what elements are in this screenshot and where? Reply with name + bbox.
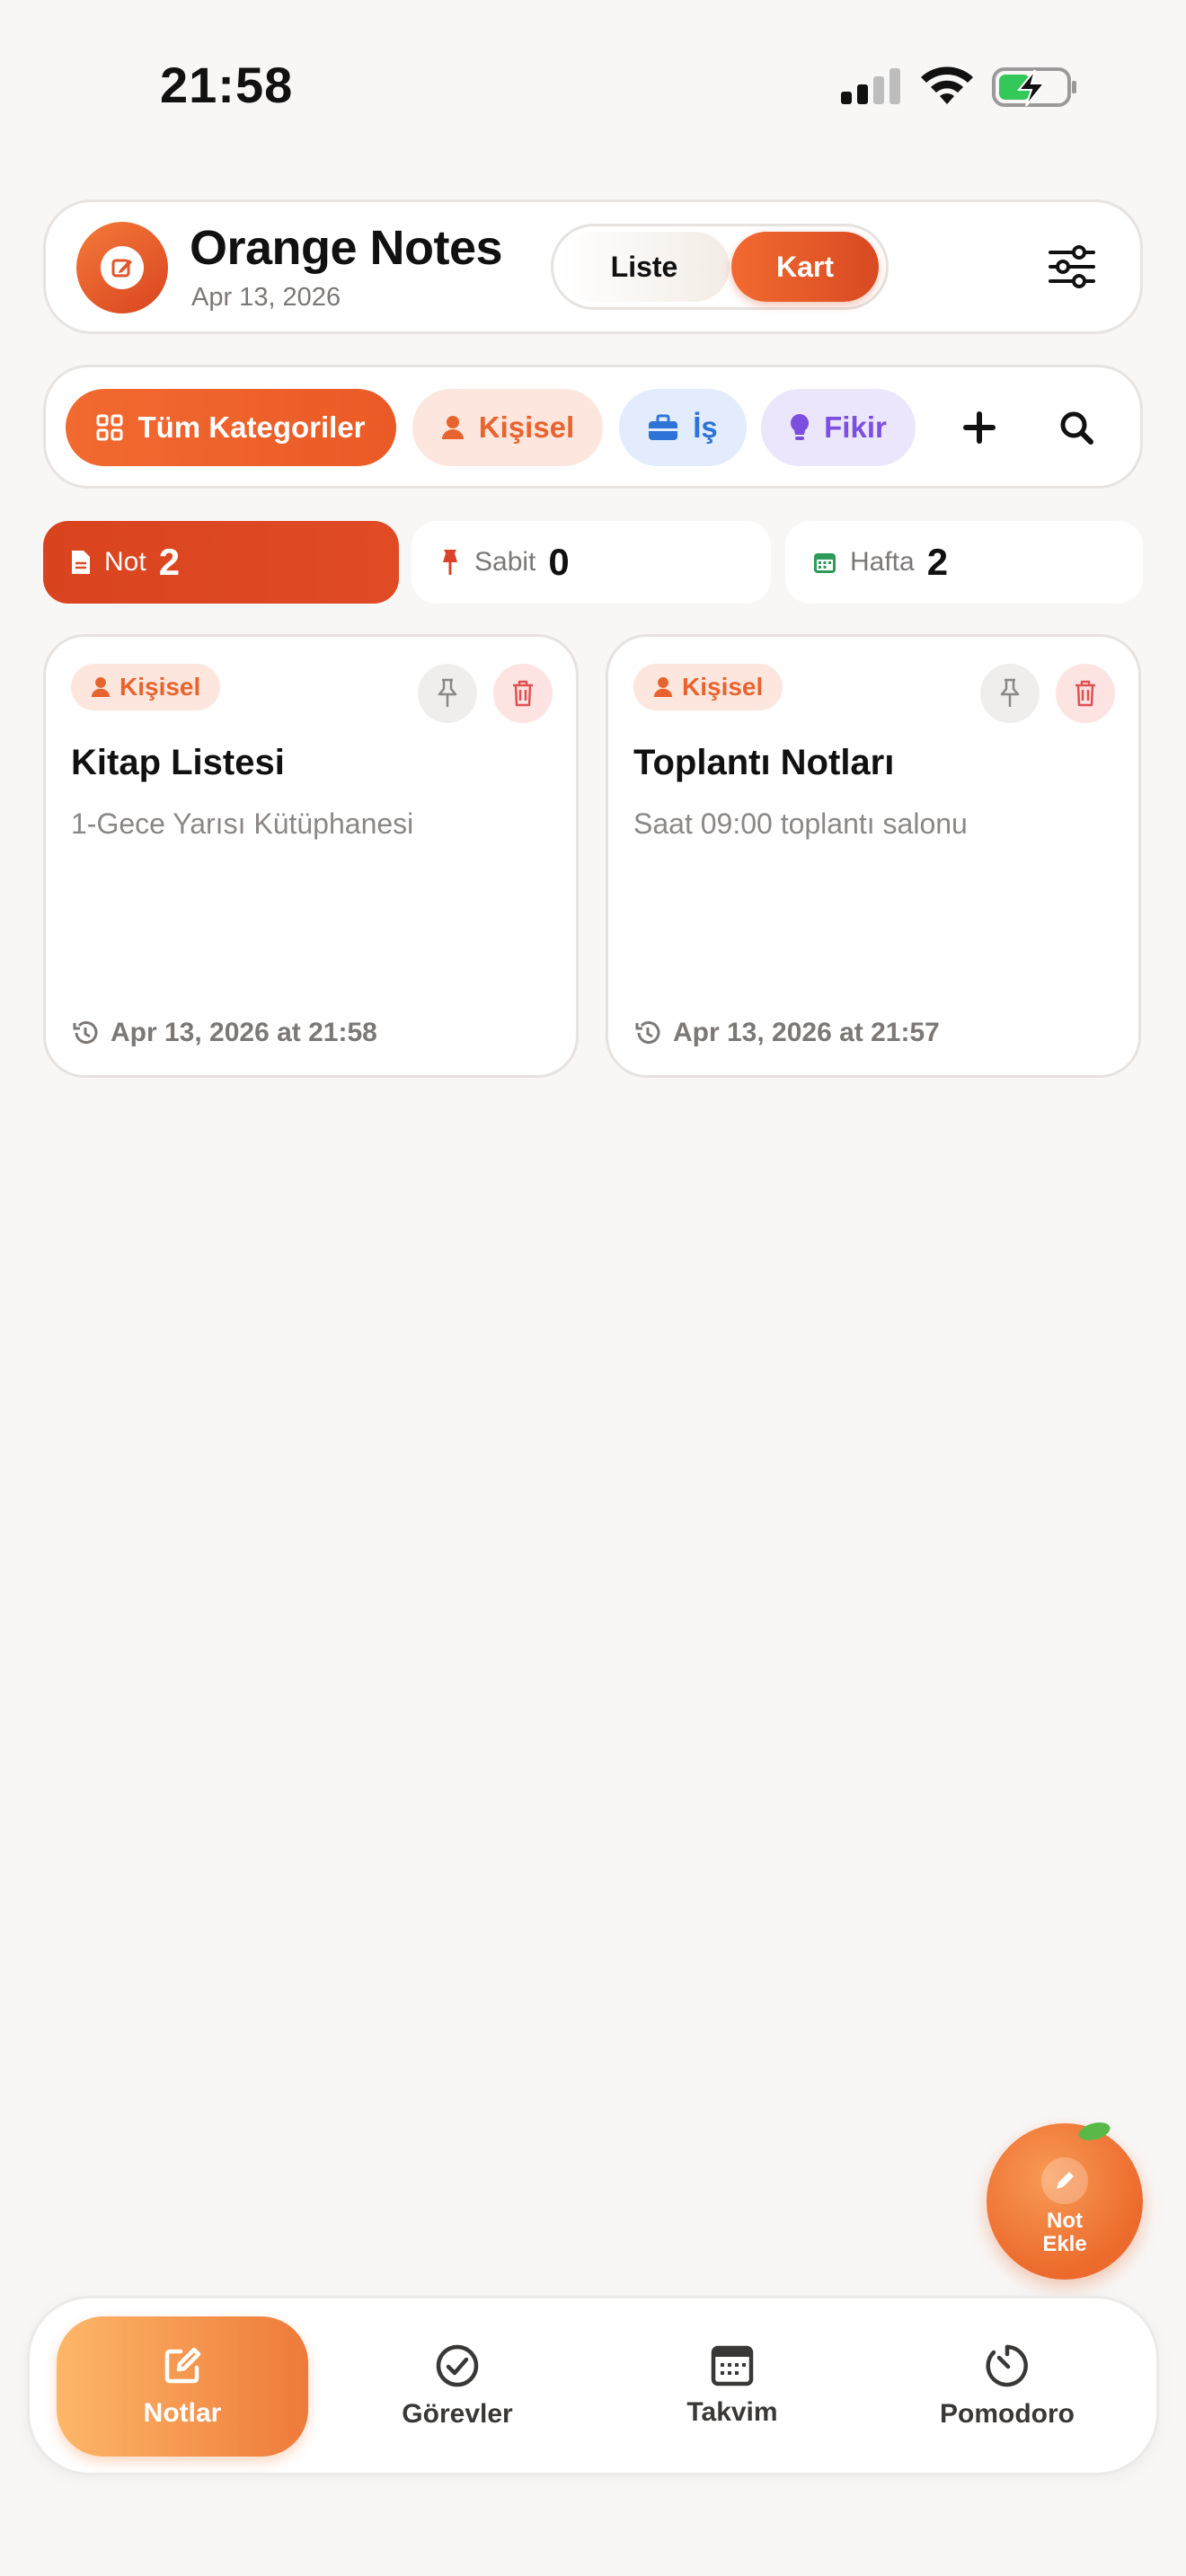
timer-icon	[986, 2344, 1028, 2387]
document-icon	[72, 551, 90, 574]
category-chip-fikir[interactable]: Fikir	[761, 389, 916, 466]
history-icon	[73, 1021, 98, 1045]
nav-tab-notlar-label: Notlar	[143, 2398, 222, 2428]
category-bar: Tüm Kategoriler Kişisel İş Fikir	[43, 365, 1143, 489]
stat-week-value: 2	[926, 541, 949, 583]
note-timestamp-text: Apr 13, 2026 at 21:58	[111, 1018, 377, 1047]
nav-tab-gorevler[interactable]: Görevler	[332, 2316, 583, 2457]
pin-note-button[interactable]	[418, 664, 477, 723]
note-timestamp-text: Apr 13, 2026 at 21:57	[673, 1018, 940, 1047]
stat-pinned[interactable]: Sabit 0	[412, 521, 771, 604]
stat-week[interactable]: Hafta 2	[785, 521, 1143, 604]
delete-note-button[interactable]	[493, 664, 553, 723]
nav-tab-takvim-label: Takvim	[686, 2397, 778, 2427]
search-button[interactable]	[1036, 389, 1117, 466]
pin-icon	[438, 678, 457, 707]
grid-icon	[96, 414, 123, 441]
plus-icon	[963, 411, 996, 444]
trash-icon	[1075, 680, 1095, 707]
stat-notes-label: Not	[104, 547, 146, 577]
view-toggle-card[interactable]: Kart	[731, 232, 879, 302]
nav-tab-takvim[interactable]: Takvim	[606, 2316, 858, 2457]
pin-note-button[interactable]	[980, 664, 1040, 723]
battery-charging-icon	[992, 67, 1076, 107]
header-card: Orange Notes Apr 13, 2026 Liste Kart	[43, 199, 1143, 334]
calendar-icon	[814, 553, 836, 573]
stat-notes[interactable]: Not 2	[43, 521, 399, 604]
note-title: Kitap Listesi	[71, 743, 285, 782]
note-timestamp: Apr 13, 2026 at 21:58	[71, 1018, 377, 1048]
nav-tab-gorevler-label: Görevler	[402, 2399, 513, 2429]
bottom-nav: Notlar Görevler Takvim Pomodoro	[27, 2296, 1159, 2475]
category-chip-all[interactable]: Tüm Kategoriler	[66, 389, 396, 466]
person-icon	[91, 677, 111, 697]
header-date: Apr 13, 2026	[191, 283, 341, 312]
note-category-badge: Kişisel	[71, 664, 221, 710]
add-note-fab-label: Not Ekle	[1042, 2209, 1087, 2256]
app-title: Orange Notes	[190, 221, 503, 275]
view-toggle: Liste Kart	[551, 224, 889, 310]
note-preview: Saat 09:00 toplantı salonu	[633, 807, 968, 840]
add-category-button[interactable]	[939, 389, 1020, 466]
note-title: Toplantı Notları	[633, 743, 895, 782]
status-time: 21:58	[160, 57, 294, 113]
pin-icon	[443, 550, 457, 575]
wifi-icon	[921, 66, 973, 104]
stat-week-label: Hafta	[850, 547, 915, 577]
app-logo	[76, 222, 168, 313]
history-icon	[635, 1021, 660, 1045]
note-category-badge: Kişisel	[633, 664, 783, 710]
lightbulb-icon	[791, 414, 810, 440]
note-card[interactable]: Kişisel Kitap Listesi 1-Gece Yarısı Kütü…	[43, 634, 579, 1078]
delete-note-button[interactable]	[1056, 664, 1115, 723]
edit-note-icon	[111, 259, 132, 278]
stat-notes-value: 2	[158, 541, 181, 583]
stat-pinned-value: 0	[548, 541, 570, 583]
category-chip-kisisel[interactable]: Kişisel	[412, 389, 603, 466]
note-timestamp: Apr 13, 2026 at 21:57	[633, 1018, 940, 1048]
trash-icon	[513, 680, 533, 707]
search-icon	[1060, 411, 1093, 445]
person-icon	[653, 677, 673, 697]
pin-icon	[1000, 678, 1020, 707]
pencil-icon	[1041, 2157, 1088, 2204]
category-chip-all-label: Tüm Kategoriler	[137, 410, 366, 444]
nav-tab-notlar[interactable]: Notlar	[57, 2316, 308, 2457]
edit-square-icon	[164, 2347, 201, 2384]
category-chip-fikir-label: Fikir	[824, 410, 887, 444]
note-card[interactable]: Kişisel Toplantı Notları Saat 09:00 topl…	[606, 634, 1141, 1078]
stat-pinned-label: Sabit	[474, 547, 536, 577]
check-circle-icon	[436, 2344, 479, 2387]
note-preview: 1-Gece Yarısı Kütüphanesi	[71, 807, 414, 840]
category-chip-is[interactable]: İş	[619, 389, 747, 466]
cellular-signal-icon	[841, 68, 900, 104]
category-chip-is-label: İş	[693, 410, 718, 444]
note-category-label: Kişisel	[119, 673, 201, 701]
nav-tab-pomodoro-label: Pomodoro	[940, 2399, 1075, 2429]
add-note-fab[interactable]: Not Ekle	[987, 2119, 1143, 2280]
note-category-label: Kişisel	[682, 673, 764, 701]
status-bar: 21:58	[0, 0, 1186, 171]
filter-settings-icon[interactable]	[1045, 242, 1099, 292]
calendar-icon	[711, 2345, 754, 2386]
person-icon	[441, 416, 464, 439]
briefcase-icon	[649, 414, 678, 440]
nav-tab-pomodoro[interactable]: Pomodoro	[881, 2316, 1133, 2457]
leaf-icon	[1076, 2119, 1112, 2144]
category-chip-kisisel-label: Kişisel	[478, 410, 575, 444]
view-toggle-list[interactable]: Liste	[559, 232, 730, 302]
